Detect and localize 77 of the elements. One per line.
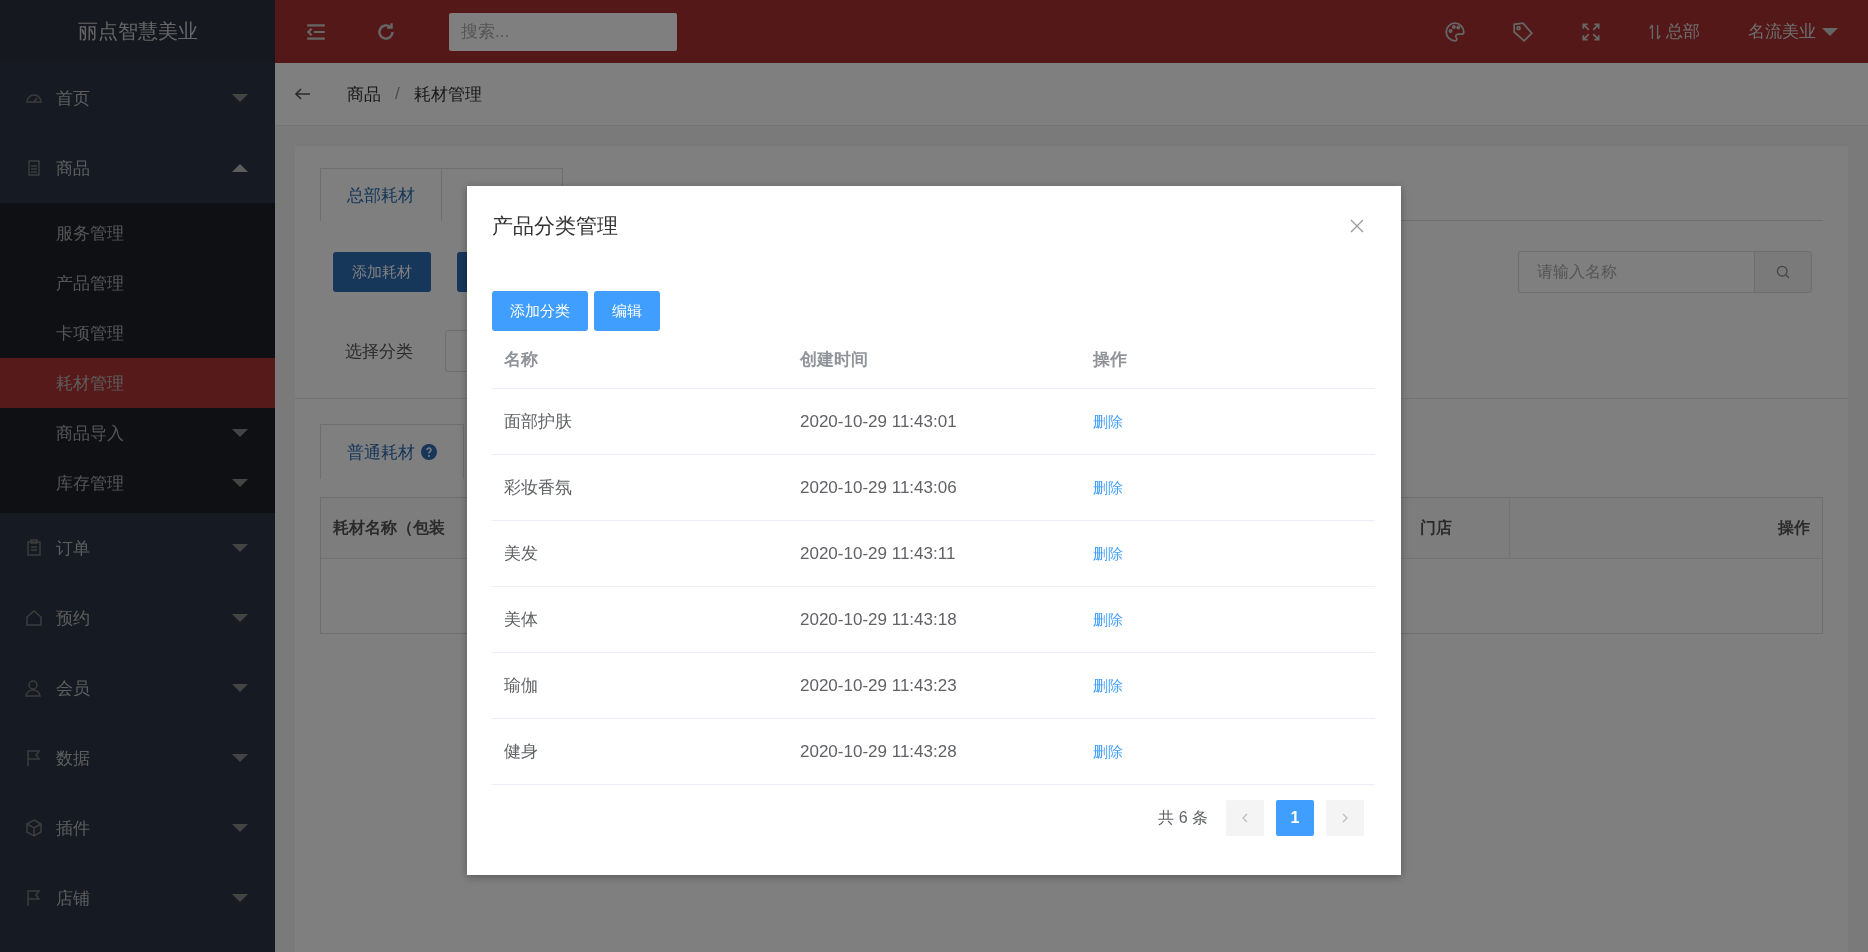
column-header: 操作 — [1091, 349, 1128, 371]
search-icon[interactable] — [1775, 264, 1791, 280]
submenu-item[interactable]: 库存管理 — [0, 458, 275, 508]
refresh-icon[interactable] — [375, 20, 397, 43]
search-button[interactable] — [1754, 251, 1812, 293]
table-cell-text: 2020-10-29 11:43:18 — [799, 609, 958, 630]
sidebar-item[interactable]: 商品 — [0, 133, 275, 203]
chevron-right-icon — [1340, 813, 1350, 823]
close-icon[interactable] — [1350, 219, 1364, 233]
caret-icon — [232, 429, 248, 437]
delete-link[interactable]: 删除 — [1093, 742, 1123, 760]
table-cell-text: 2020-10-29 11:43:01 — [799, 411, 958, 432]
breadcrumb-item[interactable]: 商品 — [347, 82, 381, 106]
user-menu[interactable]: 名流美业 — [1748, 20, 1816, 43]
help-icon[interactable] — [421, 444, 437, 460]
branch-link[interactable]: 总部 — [1666, 20, 1700, 43]
dialog-button[interactable]: 添加分类 — [492, 291, 588, 331]
sidebar-item[interactable]: 数据 — [0, 723, 275, 793]
table-cell-text: 美发 — [503, 543, 539, 565]
caret-icon — [232, 164, 248, 172]
table-cell-text: 2020-10-29 11:43:23 — [799, 675, 958, 696]
sidebar-item[interactable]: 首页 — [0, 63, 275, 133]
dialog-button[interactable]: 编辑 — [594, 291, 660, 331]
caret-icon — [232, 684, 248, 692]
sidebar-item[interactable]: 订单 — [0, 513, 275, 583]
submenu-item[interactable]: 产品管理 — [0, 258, 275, 308]
user-icon — [24, 678, 44, 698]
column-header: 操作 — [1778, 517, 1810, 538]
page-button[interactable]: 1 — [1276, 800, 1314, 836]
sidebar-item[interactable]: 插件 — [0, 793, 275, 863]
submenu-item[interactable]: 卡项管理 — [0, 308, 275, 358]
delete-link[interactable]: 删除 — [1093, 478, 1123, 496]
tab[interactable]: 普通耗材 — [320, 424, 464, 479]
column-header: 门店 — [1420, 517, 1452, 538]
caret-icon — [232, 544, 248, 552]
table-cell-text: 瑜伽 — [503, 675, 539, 697]
breadcrumb-separator: / — [395, 84, 400, 104]
column-header: 名称 — [503, 349, 539, 371]
submenu-item[interactable]: 服务管理 — [0, 208, 275, 258]
delete-link[interactable]: 删除 — [1093, 610, 1123, 628]
clipboard-icon — [24, 538, 44, 558]
add-button[interactable]: 添加耗材 — [333, 252, 431, 292]
filter-label: 选择分类 — [345, 340, 413, 363]
table-cell-text: 2020-10-29 11:43:06 — [799, 477, 958, 498]
column-header: 创建时间 — [799, 349, 869, 371]
table-cell-text: 彩妆香氛 — [503, 477, 573, 499]
sidebar-item[interactable]: 店铺 — [0, 863, 275, 933]
sidebar-item[interactable]: 会员 — [0, 653, 275, 723]
caret-icon — [1822, 27, 1838, 36]
delete-link[interactable]: 删除 — [1093, 544, 1123, 562]
caret-icon — [232, 754, 248, 762]
total-count: 共 6 条 — [1158, 807, 1208, 828]
caret-icon — [232, 894, 248, 902]
sidebar-item[interactable]: 预约 — [0, 583, 275, 653]
palette-icon[interactable] — [1444, 20, 1466, 43]
fullscreen-icon[interactable] — [1580, 20, 1602, 43]
caret-icon — [232, 824, 248, 832]
breadcrumb-item[interactable]: 耗材管理 — [413, 82, 482, 106]
table-cell-text: 美体 — [503, 609, 539, 631]
tag-icon[interactable] — [1512, 20, 1534, 43]
delete-link[interactable]: 删除 — [1093, 412, 1123, 430]
table-cell-text: 健身 — [503, 741, 539, 763]
dialog-title: 产品分类管理 — [492, 213, 618, 239]
table-cell-text: 2020-10-29 11:43:11 — [799, 543, 957, 564]
delete-link[interactable]: 删除 — [1093, 676, 1123, 694]
caret-icon — [232, 479, 248, 487]
caret-icon — [232, 94, 248, 102]
tab[interactable]: 总部耗材 — [320, 168, 442, 221]
home-icon — [24, 608, 44, 628]
submenu-item[interactable]: 商品导入 — [0, 408, 275, 458]
table-cell-text: 面部护肤 — [503, 411, 573, 433]
chevron-left-icon — [1240, 813, 1250, 823]
submenu-item[interactable]: 耗材管理 — [0, 358, 275, 408]
cube-icon — [24, 818, 44, 838]
table-cell-text: 2020-10-29 11:43:28 — [799, 741, 958, 762]
caret-icon — [232, 614, 248, 622]
column-header: 耗材名称（包装 — [333, 517, 445, 538]
